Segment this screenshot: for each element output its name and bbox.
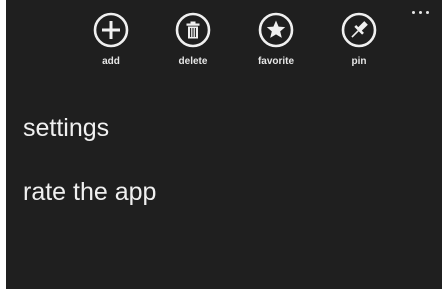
add-button[interactable]: add	[81, 12, 141, 88]
favorite-button[interactable]: favorite	[246, 12, 306, 88]
delete-button-label: delete	[178, 56, 208, 67]
pin-button[interactable]: pin	[329, 12, 389, 88]
application-bar: add delete favorite pin	[6, 0, 442, 96]
favorite-button-label: favorite	[257, 56, 295, 67]
app-screen: add delete favorite pin settings rate th…	[6, 0, 442, 289]
ellipsis-dot	[412, 11, 415, 14]
ellipsis-dot	[419, 11, 422, 14]
menu-item-settings[interactable]: settings	[23, 113, 109, 143]
plus-icon	[93, 12, 129, 48]
pin-icon	[341, 12, 377, 48]
ellipsis-icon[interactable]	[406, 2, 436, 22]
delete-button[interactable]: delete	[163, 12, 223, 88]
pin-button-label: pin	[351, 56, 367, 67]
ellipsis-dot	[426, 11, 429, 14]
trash-icon	[175, 12, 211, 48]
add-button-label: add	[102, 56, 120, 67]
star-icon	[258, 12, 294, 48]
menu-item-rate-the-app[interactable]: rate the app	[23, 177, 156, 207]
